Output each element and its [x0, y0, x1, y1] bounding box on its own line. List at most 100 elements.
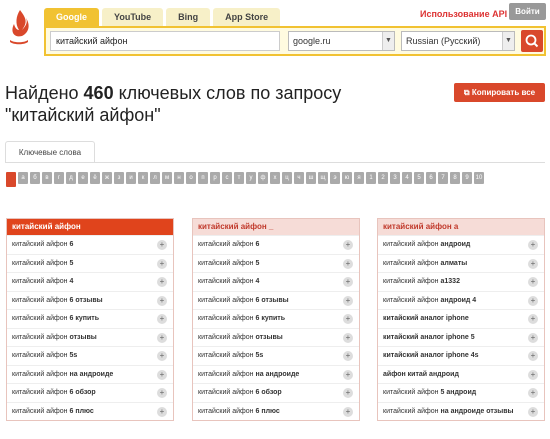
- letter-filter-button[interactable]: в: [42, 172, 52, 184]
- tab-bing[interactable]: Bing: [166, 8, 211, 27]
- keyword-row[interactable]: китайский айфон 5 +: [193, 253, 359, 273]
- column-header[interactable]: китайский айфон _: [193, 219, 359, 235]
- add-icon[interactable]: +: [528, 240, 538, 250]
- keyword-row[interactable]: китайский аналог iphone +: [378, 309, 544, 328]
- api-link[interactable]: Использование API: [420, 9, 507, 19]
- letter-filter-button[interactable]: т: [234, 172, 244, 184]
- add-icon[interactable]: +: [343, 351, 353, 361]
- language-select[interactable]: Russian (Русский) ▼: [401, 31, 515, 51]
- letter-filter-button[interactable]: ч: [294, 172, 304, 184]
- letter-filter-button[interactable]: 9: [462, 172, 472, 184]
- keyword-row[interactable]: китайский айфон 6 +: [7, 235, 173, 254]
- add-icon[interactable]: +: [157, 277, 167, 287]
- add-icon[interactable]: +: [157, 240, 167, 250]
- letter-filter-button[interactable]: к: [138, 172, 148, 184]
- add-icon[interactable]: +: [157, 369, 167, 380]
- letter-filter-button[interactable]: ш: [306, 172, 316, 184]
- letter-filter-button[interactable]: у: [246, 172, 256, 184]
- letter-filter-button[interactable]: х: [270, 172, 280, 184]
- search-input[interactable]: китайский айфон: [50, 31, 280, 51]
- letter-filter-button[interactable]: н: [174, 172, 184, 184]
- keyword-row[interactable]: китайский айфон на андроиде +: [7, 364, 173, 384]
- keyword-row[interactable]: китайский айфон 6 плюс +: [193, 401, 359, 421]
- copy-all-button[interactable]: ⧉ Копировать все: [454, 83, 545, 102]
- keyword-row[interactable]: китайский аналог iphone 5 +: [378, 327, 544, 347]
- letter-filter-button[interactable]: 4: [402, 172, 412, 184]
- add-icon[interactable]: +: [157, 314, 167, 324]
- letter-filter-button[interactable]: 8: [450, 172, 460, 184]
- keyword-row[interactable]: айфон китай андроид +: [378, 364, 544, 384]
- tab-youtube[interactable]: YouTube: [102, 8, 164, 27]
- add-icon[interactable]: +: [528, 388, 538, 398]
- add-icon[interactable]: +: [528, 295, 538, 306]
- tab-keywords[interactable]: Ключевые слова: [5, 141, 95, 163]
- add-icon[interactable]: +: [343, 295, 353, 306]
- add-icon[interactable]: +: [343, 314, 353, 324]
- add-icon[interactable]: +: [343, 277, 353, 287]
- letter-filter-button[interactable]: б: [30, 172, 40, 184]
- keyword-row[interactable]: китайский айфон 5 +: [7, 253, 173, 273]
- letter-filter-button[interactable]: э: [330, 172, 340, 184]
- letter-filter-button[interactable]: 5: [414, 172, 424, 184]
- keyword-row[interactable]: китайский айфон андроид 4 +: [378, 290, 544, 310]
- keyword-row[interactable]: китайский айфон 4 +: [7, 272, 173, 291]
- letter-filter-button[interactable]: о: [186, 172, 196, 184]
- keyword-row[interactable]: китайский айфон отзывы +: [7, 327, 173, 347]
- keyword-row[interactable]: китайский айфон на андроиде +: [193, 364, 359, 384]
- add-icon[interactable]: +: [343, 240, 353, 250]
- letter-filter-button[interactable]: 2: [378, 172, 388, 184]
- keyword-row[interactable]: китайский айфон 5s +: [7, 346, 173, 365]
- add-icon[interactable]: +: [343, 369, 353, 380]
- letter-filter-button[interactable]: 6: [426, 172, 436, 184]
- keyword-row[interactable]: китайский айфон 6 купить +: [7, 309, 173, 328]
- letter-filter-button[interactable]: 3: [390, 172, 400, 184]
- tab-google[interactable]: Google: [44, 8, 99, 27]
- letter-filter-button[interactable]: ц: [282, 172, 292, 184]
- letter-filter-button[interactable]: с: [222, 172, 232, 184]
- keyword-row[interactable]: китайский айфон андроид +: [378, 235, 544, 254]
- add-icon[interactable]: +: [343, 388, 353, 398]
- add-icon[interactable]: +: [157, 332, 167, 343]
- letter-filter-button[interactable]: л: [150, 172, 160, 184]
- letter-filter-button[interactable]: и: [126, 172, 136, 184]
- letter-filter-button[interactable]: 7: [438, 172, 448, 184]
- keyword-row[interactable]: китайский айфон 6 купить +: [193, 309, 359, 328]
- letter-filter-button[interactable]: я: [354, 172, 364, 184]
- letter-filter-button[interactable]: щ: [318, 172, 328, 184]
- add-icon[interactable]: +: [528, 406, 538, 417]
- keyword-row[interactable]: китайский айфон 6 отзывы +: [7, 290, 173, 310]
- letter-filter-button[interactable]: ю: [342, 172, 352, 184]
- add-icon[interactable]: +: [157, 258, 167, 269]
- column-header[interactable]: китайский айфон: [7, 219, 173, 235]
- add-icon[interactable]: +: [528, 332, 538, 343]
- letter-filter-button[interactable]: ё: [90, 172, 100, 184]
- column-header[interactable]: китайский айфон а: [378, 219, 544, 235]
- keyword-row[interactable]: китайский айфон отзывы +: [193, 327, 359, 347]
- keyword-row[interactable]: китайский айфон 6 отзывы +: [193, 290, 359, 310]
- add-icon[interactable]: +: [343, 406, 353, 417]
- keyword-row[interactable]: китайский айфон 6 обзор +: [193, 383, 359, 402]
- add-icon[interactable]: +: [528, 314, 538, 324]
- add-icon[interactable]: +: [157, 388, 167, 398]
- add-icon[interactable]: +: [528, 258, 538, 269]
- add-icon[interactable]: +: [157, 351, 167, 361]
- add-icon[interactable]: +: [528, 277, 538, 287]
- search-button[interactable]: [521, 30, 543, 52]
- add-icon[interactable]: +: [157, 406, 167, 417]
- add-icon[interactable]: +: [343, 258, 353, 269]
- letter-filter-button[interactable]: з: [114, 172, 124, 184]
- letter-filter-button[interactable]: [6, 172, 16, 187]
- engine-select[interactable]: google.ru ▼: [288, 31, 395, 51]
- keyword-row[interactable]: китайский айфон алматы +: [378, 253, 544, 273]
- tab-app-store[interactable]: App Store: [213, 8, 281, 27]
- login-button[interactable]: Войти: [509, 3, 546, 20]
- letter-filter-button[interactable]: г: [54, 172, 64, 184]
- keyword-row[interactable]: китайский айфон 4 +: [193, 272, 359, 291]
- letter-filter-button[interactable]: ф: [258, 172, 268, 184]
- keyword-row[interactable]: китайский айфон 5 андроид +: [378, 383, 544, 402]
- letter-filter-button[interactable]: д: [66, 172, 76, 184]
- keyword-row[interactable]: китайский айфон 5s +: [193, 346, 359, 365]
- letter-filter-button[interactable]: 1: [366, 172, 376, 184]
- add-icon[interactable]: +: [343, 332, 353, 343]
- letter-filter-button[interactable]: а: [18, 172, 28, 184]
